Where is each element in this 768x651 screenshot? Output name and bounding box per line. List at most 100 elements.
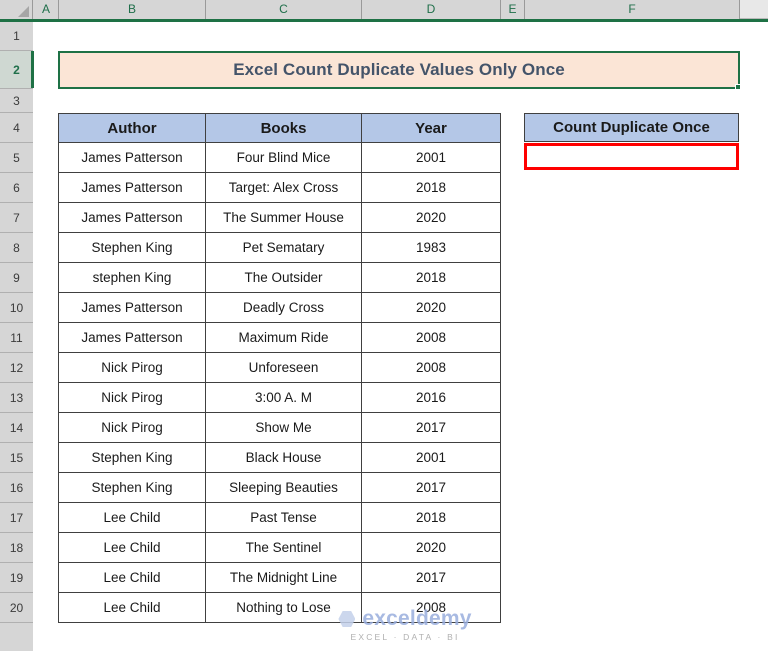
cell-year[interactable]: 2016: [361, 382, 501, 413]
cell-author[interactable]: stephen King: [58, 262, 206, 293]
table-row[interactable]: James Patterson Target: Alex Cross 2018: [58, 172, 501, 203]
table-row[interactable]: Lee Child Nothing to Lose 2008: [58, 592, 501, 623]
select-all-corner[interactable]: [0, 0, 33, 19]
cell-year[interactable]: 2020: [361, 292, 501, 323]
table-row[interactable]: Stephen King Sleeping Beauties 2017: [58, 472, 501, 503]
cell-author[interactable]: Nick Pirog: [58, 382, 206, 413]
column-header-a[interactable]: A: [34, 0, 59, 19]
cell-author[interactable]: Lee Child: [58, 562, 206, 593]
cell-book[interactable]: Nothing to Lose: [205, 592, 362, 623]
cell-book[interactable]: Deadly Cross: [205, 292, 362, 323]
row-header-1[interactable]: 1: [0, 22, 33, 51]
row-header-4[interactable]: 4: [0, 113, 33, 143]
cell-year[interactable]: 2001: [361, 142, 501, 173]
table-row[interactable]: James Patterson The Summer House 2020: [58, 202, 501, 233]
column-header-books: Books: [205, 113, 362, 143]
page-title: Excel Count Duplicate Values Only Once: [233, 60, 565, 79]
row-header-15[interactable]: 15: [0, 443, 33, 473]
column-header-e[interactable]: E: [501, 0, 525, 19]
cell-author[interactable]: Lee Child: [58, 502, 206, 533]
cell-year[interactable]: 2018: [361, 262, 501, 293]
cell-author[interactable]: James Patterson: [58, 142, 206, 173]
row-header-19[interactable]: 19: [0, 563, 33, 593]
result-value-cell[interactable]: [524, 143, 739, 170]
cell-book[interactable]: 3:00 A. M: [205, 382, 362, 413]
cell-year[interactable]: 2001: [361, 442, 501, 473]
cell-author[interactable]: James Patterson: [58, 202, 206, 233]
cell-author[interactable]: Stephen King: [58, 232, 206, 263]
cell-book[interactable]: The Outsider: [205, 262, 362, 293]
row-header-13[interactable]: 13: [0, 383, 33, 413]
table-row[interactable]: Nick Pirog 3:00 A. M 2016: [58, 382, 501, 413]
cell-book[interactable]: Show Me: [205, 412, 362, 443]
row-header-20[interactable]: 20: [0, 593, 33, 623]
row-header-18[interactable]: 18: [0, 533, 33, 563]
cell-book[interactable]: Unforeseen: [205, 352, 362, 383]
row-header-7[interactable]: 7: [0, 203, 33, 233]
cell-year[interactable]: 2018: [361, 172, 501, 203]
row-header-5[interactable]: 5: [0, 143, 33, 173]
cell-author[interactable]: James Patterson: [58, 172, 206, 203]
row-header-10[interactable]: 10: [0, 293, 33, 323]
cell-author[interactable]: James Patterson: [58, 322, 206, 353]
cell-author[interactable]: Stephen King: [58, 472, 206, 503]
column-header-f[interactable]: F: [525, 0, 740, 19]
cell-year[interactable]: 2018: [361, 502, 501, 533]
table-row[interactable]: Nick Pirog Show Me 2017: [58, 412, 501, 443]
row-header-17[interactable]: 17: [0, 503, 33, 533]
cell-author[interactable]: Nick Pirog: [58, 352, 206, 383]
cell-year[interactable]: 2017: [361, 412, 501, 443]
column-header-c[interactable]: C: [206, 0, 362, 19]
cell-year[interactable]: 2008: [361, 352, 501, 383]
cell-year[interactable]: 2008: [361, 322, 501, 353]
cell-book[interactable]: Maximum Ride: [205, 322, 362, 353]
cell-author[interactable]: Nick Pirog: [58, 412, 206, 443]
column-header-overflow: [740, 0, 768, 19]
cell-year[interactable]: 2020: [361, 532, 501, 563]
result-header-label: Count Duplicate Once: [553, 119, 710, 136]
cell-author[interactable]: James Patterson: [58, 292, 206, 323]
cell-book[interactable]: The Midnight Line: [205, 562, 362, 593]
row-header-8[interactable]: 8: [0, 233, 33, 263]
select-all-triangle-icon: [18, 6, 29, 17]
cell-book[interactable]: The Sentinel: [205, 532, 362, 563]
cell-book[interactable]: Four Blind Mice: [205, 142, 362, 173]
row-header-3[interactable]: 3: [0, 89, 33, 113]
cell-author[interactable]: Lee Child: [58, 592, 206, 623]
table-row[interactable]: Stephen King Pet Sematary 1983: [58, 232, 501, 263]
cell-year[interactable]: 2017: [361, 562, 501, 593]
table-row[interactable]: Lee Child Past Tense 2018: [58, 502, 501, 533]
row-header-6[interactable]: 6: [0, 173, 33, 203]
table-row[interactable]: James Patterson Deadly Cross 2020: [58, 292, 501, 323]
row-header-2[interactable]: 2: [0, 51, 34, 89]
cell-book[interactable]: Target: Alex Cross: [205, 172, 362, 203]
cell-year[interactable]: 1983: [361, 232, 501, 263]
row-header-11[interactable]: 11: [0, 323, 33, 353]
cell-year[interactable]: 2017: [361, 472, 501, 503]
table-row[interactable]: Lee Child The Sentinel 2020: [58, 532, 501, 563]
table-row[interactable]: Lee Child The Midnight Line 2017: [58, 562, 501, 593]
table-row[interactable]: James Patterson Maximum Ride 2008: [58, 322, 501, 353]
cell-year[interactable]: 2020: [361, 202, 501, 233]
row-header-9[interactable]: 9: [0, 263, 33, 293]
cell-book[interactable]: Sleeping Beauties: [205, 472, 362, 503]
cell-book[interactable]: Past Tense: [205, 502, 362, 533]
row-header-12[interactable]: 12: [0, 353, 33, 383]
table-row[interactable]: Stephen King Black House 2001: [58, 442, 501, 473]
cell-book[interactable]: Black House: [205, 442, 362, 473]
cell-author[interactable]: Stephen King: [58, 442, 206, 473]
row-header-16[interactable]: 16: [0, 473, 33, 503]
table-row[interactable]: James Patterson Four Blind Mice 2001: [58, 142, 501, 173]
row-header-14[interactable]: 14: [0, 413, 33, 443]
column-header-d[interactable]: D: [362, 0, 501, 19]
column-header-b[interactable]: B: [59, 0, 206, 19]
table-row[interactable]: Nick Pirog Unforeseen 2008: [58, 352, 501, 383]
cell-author[interactable]: Lee Child: [58, 532, 206, 563]
title-banner-cell[interactable]: Excel Count Duplicate Values Only Once: [58, 51, 740, 89]
cell-book[interactable]: The Summer House: [205, 202, 362, 233]
cell-book[interactable]: Pet Sematary: [205, 232, 362, 263]
fill-handle[interactable]: [735, 84, 741, 90]
book-data-table: Author Books Year James Patterson Four B…: [58, 113, 501, 623]
cell-year[interactable]: 2008: [361, 592, 501, 623]
table-row[interactable]: stephen King The Outsider 2018: [58, 262, 501, 293]
